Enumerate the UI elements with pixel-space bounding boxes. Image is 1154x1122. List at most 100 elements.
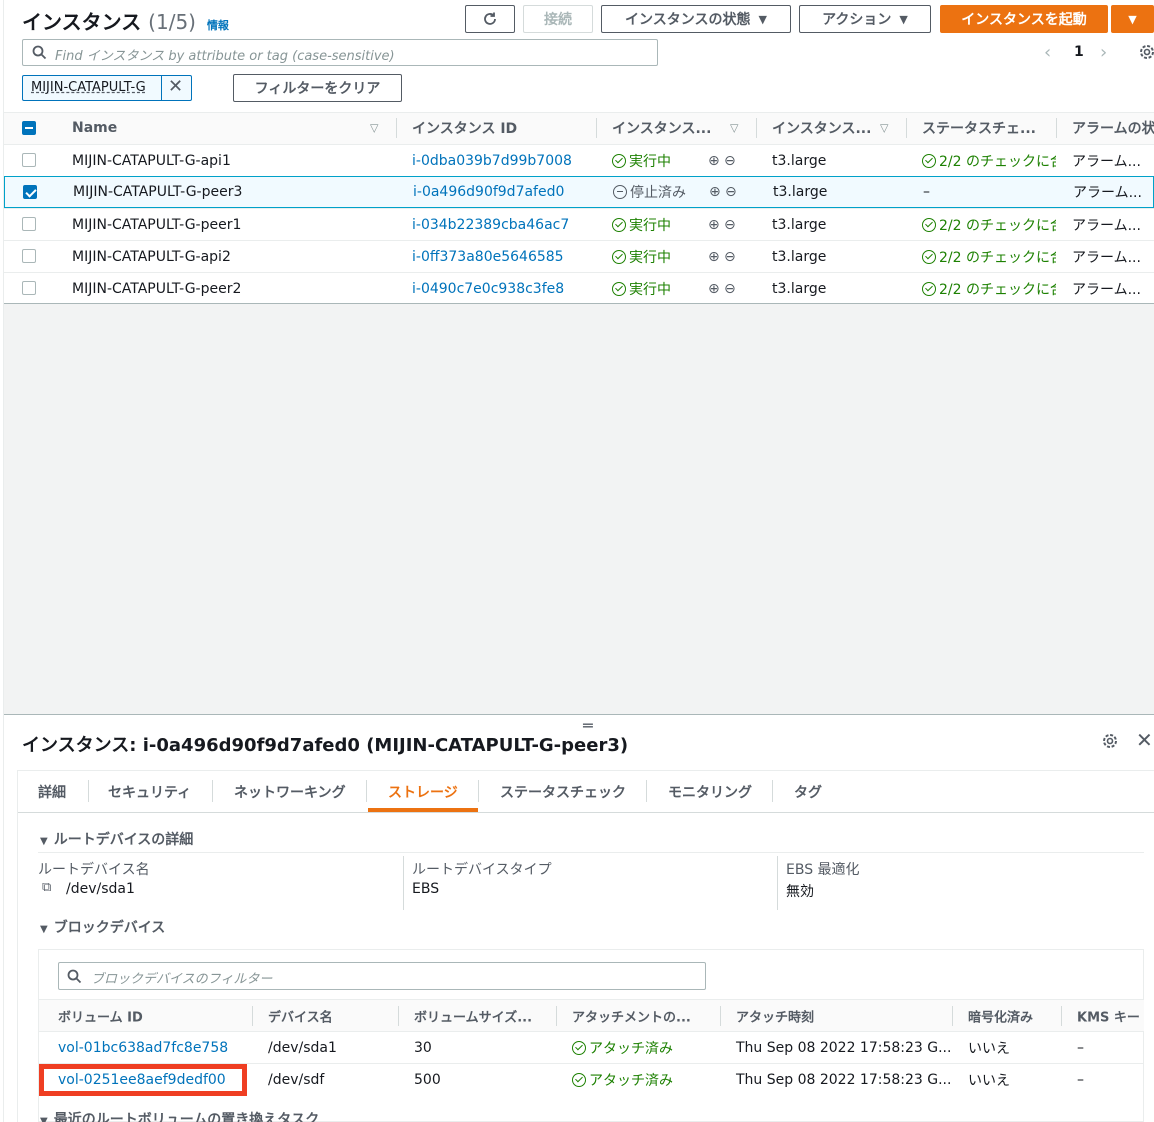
table-row[interactable]: vol-01bc638ad7fc8e758 /dev/sda1 30 アタッチ済… (39, 1031, 1144, 1063)
col-header-attach-time[interactable]: アタッチ時刻 (736, 1007, 814, 1026)
page-title-text: インスタンス (22, 10, 142, 34)
zoom-out-icon[interactable]: ⊖ (724, 249, 736, 265)
sort-icon[interactable]: ▽ (370, 122, 378, 135)
col-header-name[interactable]: Name (72, 120, 117, 136)
zoom-in-icon[interactable]: ⊕ (709, 184, 721, 200)
filter-token[interactable]: MIJIN-CATAPULT-G ✕ (22, 75, 192, 101)
alarm-status: アラーム... (1072, 153, 1141, 170)
encrypted: いいえ (968, 1072, 1010, 1089)
sort-icon[interactable]: ▽ (880, 122, 888, 135)
col-header-size[interactable]: ボリュームサイズ... (414, 1007, 532, 1026)
tab-details[interactable]: 詳細 (38, 782, 66, 802)
actions-button[interactable]: アクション ▼ (799, 5, 931, 33)
instance-id-link[interactable]: i-0a496d90f9d7afed0 (413, 184, 564, 200)
table-row[interactable]: MIJIN-CATAPULT-G-peer3 i-0a496d90f9d7afe… (4, 176, 1154, 208)
table-row[interactable]: MIJIN-CATAPULT-G-api2 i-0ff373a80e564658… (4, 240, 1154, 272)
col-header-status-check[interactable]: ステータスチェ... (922, 118, 1036, 138)
tab-networking[interactable]: ネットワーキング (234, 782, 346, 802)
tab-divider (212, 780, 213, 802)
sort-icon[interactable]: ▽ (730, 122, 738, 135)
root-device-type-label: ルートデバイスタイプ (412, 862, 552, 878)
instance-id-link[interactable]: i-0dba039b7d99b7008 (412, 153, 572, 169)
instance-id-link[interactable]: i-0ff373a80e5646585 (412, 249, 564, 265)
zoom-out-icon[interactable]: ⊖ (725, 184, 737, 200)
info-link[interactable]: 情報 (207, 19, 229, 32)
launch-dropdown-button[interactable]: ▼ (1111, 5, 1154, 33)
block-device-filter-input[interactable]: ブロックデバイスのフィルター (58, 962, 706, 990)
row-checkbox[interactable] (22, 281, 36, 295)
volume-id-link[interactable]: vol-01bc638ad7fc8e758 (58, 1040, 228, 1056)
filter-token-label: MIJIN-CATAPULT-G (31, 80, 146, 95)
close-icon[interactable]: ✕ (168, 76, 183, 97)
root-section-header[interactable]: ▼ ルートデバイスの詳細 (40, 829, 193, 849)
instance-name: MIJIN-CATAPULT-G-api2 (72, 248, 231, 265)
row-checkbox[interactable] (23, 185, 37, 199)
zoom-in-icon[interactable]: ⊕ (708, 153, 720, 169)
caret-down-icon: ▼ (899, 12, 908, 26)
zoom-out-icon[interactable]: ⊖ (724, 153, 736, 169)
instance-state-button[interactable]: インスタンスの状態 ▼ (601, 5, 791, 33)
device-name: /dev/sda1 (268, 1039, 337, 1056)
zoom-out-icon[interactable]: ⊖ (724, 217, 736, 233)
col-divider (906, 118, 907, 138)
attachment-status-label: アタッチ済み (589, 1072, 673, 1089)
select-all-checkbox[interactable] (22, 121, 36, 135)
instance-state-label: 停止済み (630, 185, 686, 201)
row-checkbox[interactable] (22, 153, 36, 167)
next-page-icon[interactable]: › (1100, 42, 1107, 63)
alarm-status: アラーム... (1072, 249, 1141, 266)
block-section-header[interactable]: ▼ ブロックデバイス (40, 917, 165, 937)
tabs-underline (18, 812, 1154, 813)
instance-id-link[interactable]: i-034b22389cba46ac7 (412, 217, 569, 233)
tab-tags[interactable]: タグ (794, 782, 822, 802)
filter-token-divider (161, 76, 162, 100)
zoom-in-icon[interactable]: ⊕ (708, 249, 720, 265)
replace-section-header[interactable]: ▼ 最近のルートボリュームの置き換えタスク (40, 1109, 319, 1122)
table-row[interactable]: MIJIN-CATAPULT-G-api1 i-0dba039b7d99b700… (4, 144, 1154, 176)
row-checkbox[interactable] (22, 249, 36, 263)
copy-icon[interactable]: ⧉ (42, 880, 51, 895)
table-row[interactable]: MIJIN-CATAPULT-G-peer2 i-0490c7e0c938c3f… (4, 272, 1154, 304)
col-header-state[interactable]: インスタンス... (612, 118, 711, 138)
col-header-attachment[interactable]: アタッチメントの... (572, 1007, 691, 1026)
zoom-out-icon[interactable]: ⊖ (724, 281, 736, 297)
col-header-type[interactable]: インスタンス... (772, 118, 871, 138)
launch-instance-button[interactable]: インスタンスを起動 (940, 5, 1108, 33)
caret-down-icon: ▼ (40, 1116, 48, 1122)
ebs-optimized-label: EBS 最適化 (786, 862, 860, 878)
tab-security[interactable]: セキュリティ (108, 782, 191, 802)
instance-type: t3.large (773, 184, 828, 200)
zoom-in-icon[interactable]: ⊕ (708, 217, 720, 233)
col-header-alarm[interactable]: アラームの状 (1072, 118, 1154, 138)
tab-divider (646, 780, 647, 802)
col-header-device[interactable]: デバイス名 (268, 1007, 333, 1026)
instance-state-label: 実行中 (629, 249, 671, 266)
instance-id-link[interactable]: i-0490c7e0c938c3fe8 (412, 281, 564, 297)
detail-title: インスタンス: i-0a496d90f9d7afed0 (MIJIN-CATAP… (22, 735, 629, 756)
table-row[interactable]: MIJIN-CATAPULT-G-peer1 i-034b22389cba46a… (4, 208, 1154, 240)
close-icon[interactable]: ✕ (1136, 728, 1153, 752)
col-header-id[interactable]: インスタンス ID (412, 118, 517, 138)
zoom-in-icon[interactable]: ⊕ (708, 281, 720, 297)
tab-monitoring[interactable]: モニタリング (668, 782, 752, 802)
clear-filter-label: フィルターをクリア (254, 81, 381, 97)
status-check: 2/2 のチェックに合 (922, 215, 1056, 235)
settings-gear-icon[interactable] (1138, 43, 1154, 61)
prev-page-icon[interactable]: ‹ (1044, 42, 1051, 63)
col-header-kms[interactable]: KMS キー (1077, 1007, 1140, 1026)
clear-filter-button[interactable]: フィルターをクリア (233, 74, 402, 102)
alarm-status: アラーム... (1072, 281, 1141, 298)
tab-storage[interactable]: ストレージ (388, 782, 458, 802)
col-divider (756, 118, 757, 138)
page-number[interactable]: 1 (1074, 44, 1084, 60)
instance-type: t3.large (772, 248, 827, 265)
col-header-volume-id[interactable]: ボリューム ID (58, 1007, 143, 1026)
refresh-button[interactable] (465, 5, 515, 33)
search-input[interactable]: Find インスタンス by attribute or tag (case-se… (22, 39, 658, 66)
col-header-encrypted[interactable]: 暗号化済み (968, 1007, 1033, 1026)
row-checkbox[interactable] (22, 217, 36, 231)
settings-gear-icon[interactable] (1101, 732, 1119, 750)
replace-section-label: 最近のルートボリュームの置き換えタスク (53, 1112, 320, 1122)
connect-button[interactable]: 接続 (523, 5, 593, 33)
tab-status-check[interactable]: ステータスチェック (500, 782, 626, 802)
